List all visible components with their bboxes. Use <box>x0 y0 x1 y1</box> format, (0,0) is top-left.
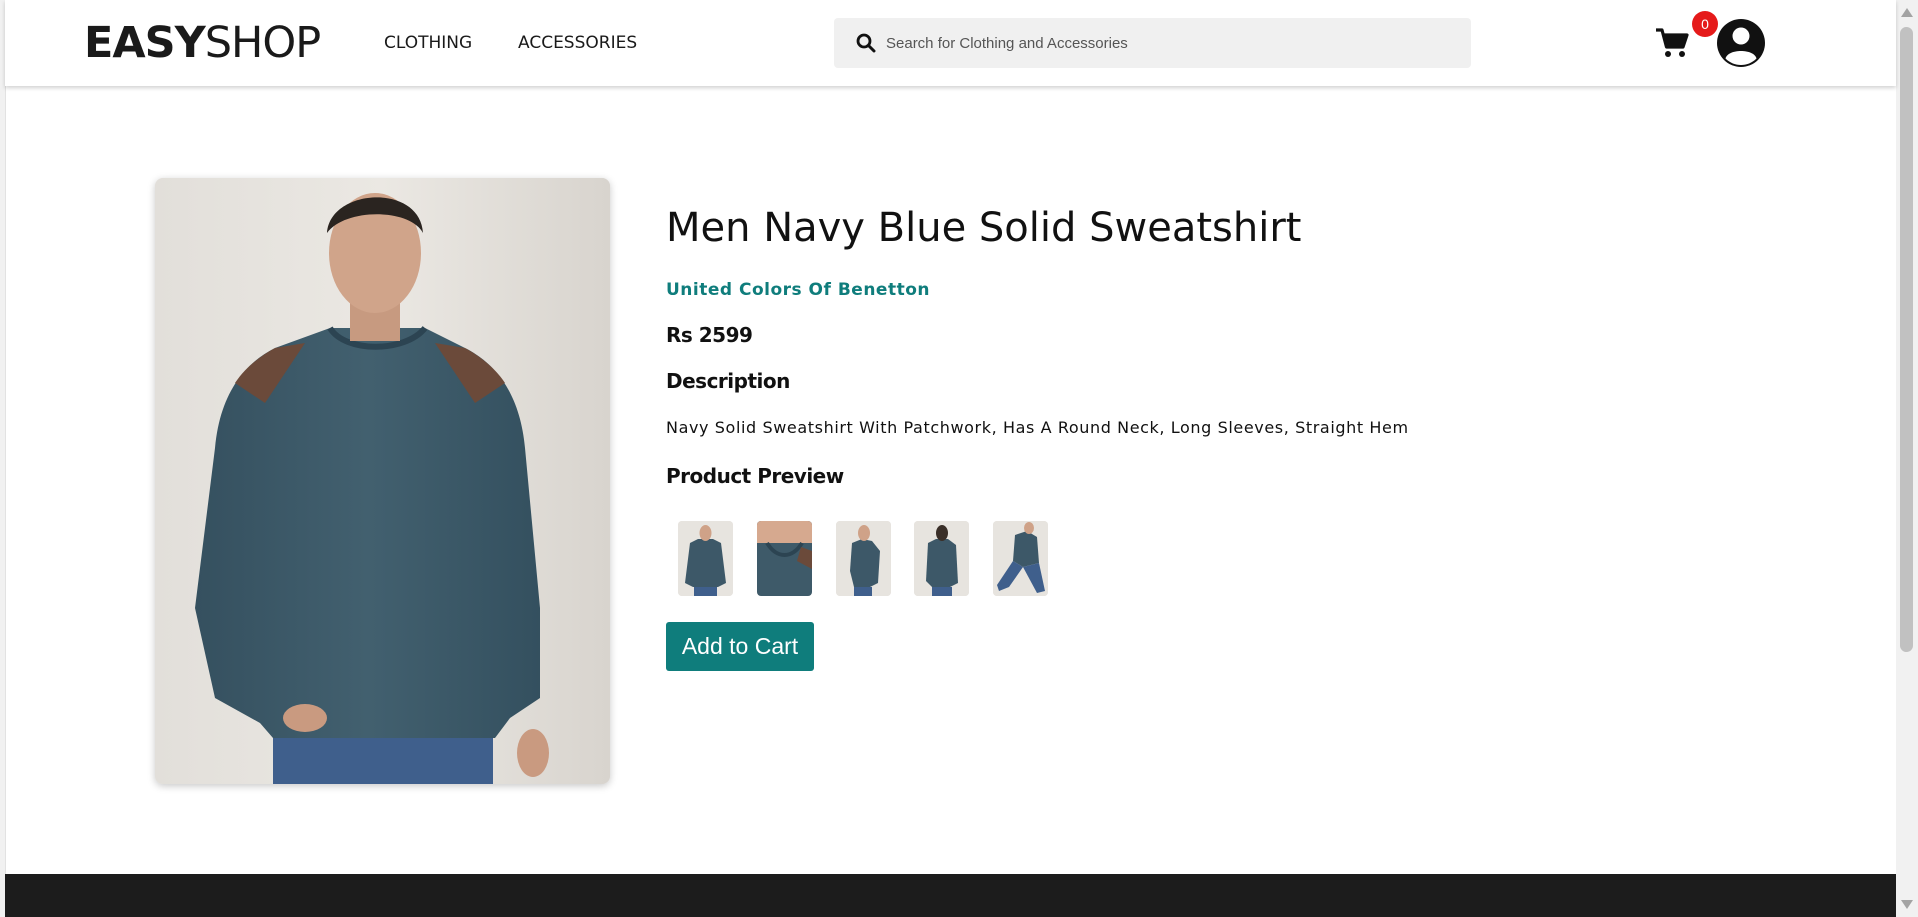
search-icon[interactable] <box>856 33 876 53</box>
cart-icon[interactable] <box>1655 27 1689 59</box>
product-price: Rs 2599 <box>666 323 753 347</box>
preview-thumbnail-front[interactable] <box>678 521 733 596</box>
preview-thumbnail-side[interactable] <box>836 521 891 596</box>
site-header: EASYSHOP CLOTHING ACCESSORIES 0 <box>5 0 1896 86</box>
preview-thumbnail-neck[interactable] <box>757 521 812 596</box>
description-heading: Description <box>666 369 790 393</box>
window-edge <box>0 0 6 917</box>
logo-bold: EASY <box>84 18 206 68</box>
site-footer <box>5 874 1896 917</box>
product-brand[interactable]: United Colors Of Benetton <box>666 279 930 301</box>
scroll-up-arrow-icon[interactable] <box>1901 8 1913 17</box>
page: EASYSHOP CLOTHING ACCESSORIES 0 <box>0 0 1918 917</box>
add-to-cart-button[interactable]: Add to Cart <box>666 622 814 671</box>
page-scrollbar[interactable] <box>1896 0 1918 917</box>
site-logo[interactable]: EASYSHOP <box>84 18 321 68</box>
product-description: Navy Solid Sweatshirt With Patchwork, Ha… <box>666 418 1409 437</box>
preview-thumbnail-seated[interactable] <box>993 521 1048 596</box>
preview-heading: Product Preview <box>666 464 844 488</box>
product-title: Men Navy Blue Solid Sweatshirt <box>666 205 1302 251</box>
search-input[interactable] <box>886 18 1456 68</box>
logo-light: SHOP <box>204 18 321 68</box>
user-avatar-icon[interactable] <box>1715 17 1767 69</box>
search-bar <box>834 18 1471 68</box>
product-image <box>155 178 610 784</box>
product-photo-illustration <box>155 178 610 784</box>
scroll-down-arrow-icon[interactable] <box>1901 900 1913 909</box>
nav-clothing[interactable]: CLOTHING <box>384 32 472 54</box>
nav-accessories[interactable]: ACCESSORIES <box>518 32 637 54</box>
scroll-thumb[interactable] <box>1900 27 1913 652</box>
preview-thumbnail-back[interactable] <box>914 521 969 596</box>
